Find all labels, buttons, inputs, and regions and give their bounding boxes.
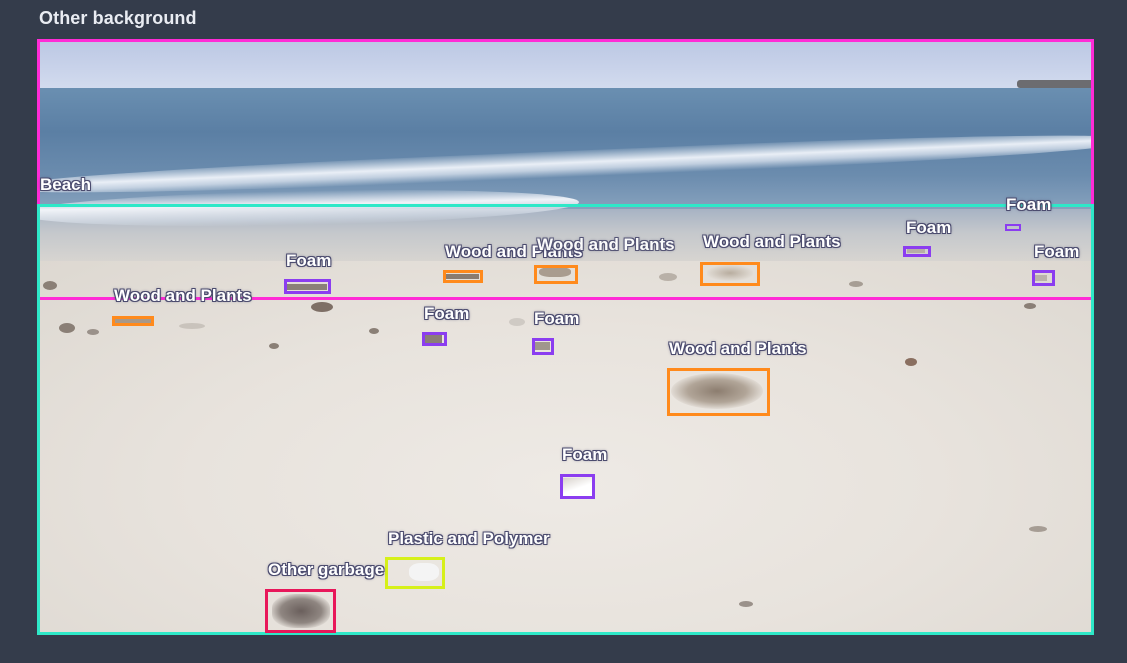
foam-label: Foam xyxy=(424,304,470,323)
plastic-and-polymer-box[interactable] xyxy=(385,557,445,589)
foam-label: Foam xyxy=(1006,195,1052,214)
foam-box[interactable] xyxy=(903,246,931,257)
plastic-and-polymer-label: Plastic and Polymer xyxy=(388,529,550,548)
wood-and-plants-label: Wood and Plants xyxy=(114,286,252,305)
wood-and-plants-box[interactable] xyxy=(700,262,760,286)
wood-and-plants-box[interactable] xyxy=(534,265,578,284)
beach-label: Beach xyxy=(40,175,92,194)
foam-box[interactable] xyxy=(422,332,447,346)
wood-and-plants-box[interactable] xyxy=(443,270,483,283)
annotation-viewer: Other background Beach Foam Foam Foam Fo… xyxy=(0,0,1127,663)
foam-label: Foam xyxy=(286,251,332,270)
foam-label: Foam xyxy=(906,218,952,237)
page-title: Other background xyxy=(39,8,197,28)
foam-label: Foam xyxy=(534,309,580,328)
wood-and-plants-box[interactable] xyxy=(112,316,154,326)
wood-and-plants-label: Wood and Plants xyxy=(669,339,807,358)
foam-label: Foam xyxy=(562,445,608,464)
foam-box[interactable] xyxy=(1005,224,1021,231)
wood-and-plants-box[interactable] xyxy=(667,368,770,416)
foam-box[interactable] xyxy=(1032,270,1055,286)
foam-box[interactable] xyxy=(284,279,331,294)
foam-label: Foam xyxy=(1034,242,1080,261)
foam-box[interactable] xyxy=(532,338,554,355)
wood-and-plants-label: Wood and Plants xyxy=(537,235,675,254)
other-garbage-label: Other garbage xyxy=(268,560,385,579)
wood-and-plants-label: Wood and Plants xyxy=(703,232,841,251)
foam-box[interactable] xyxy=(560,474,595,499)
other-garbage-box[interactable] xyxy=(265,589,336,633)
